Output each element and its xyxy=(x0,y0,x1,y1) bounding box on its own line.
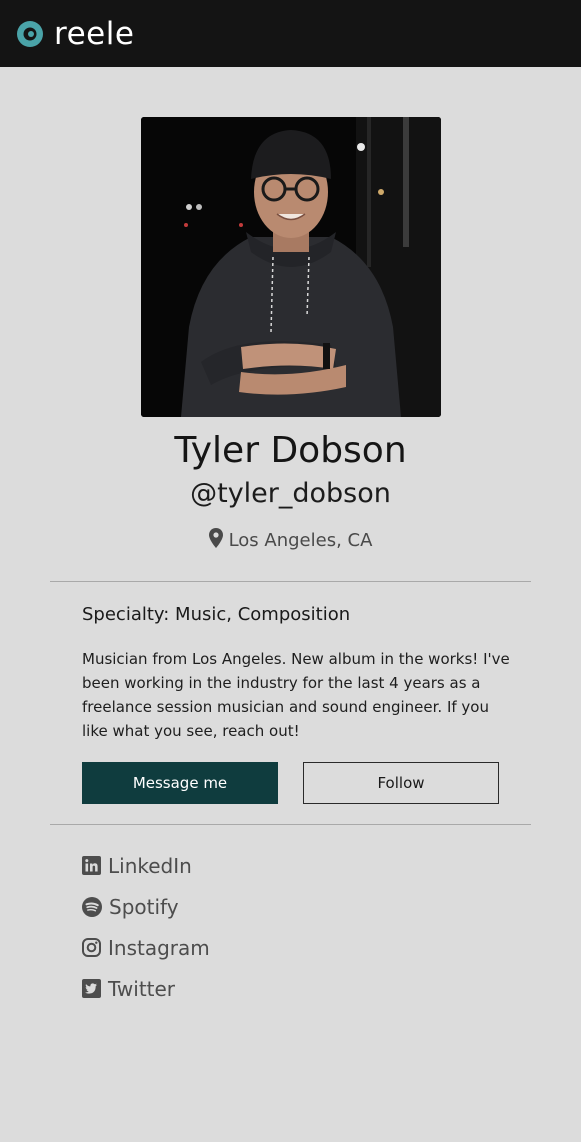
social-link-spotify[interactable]: Spotify xyxy=(82,886,210,927)
profile-handle: @tyler_dobson xyxy=(190,478,391,509)
profile-specialty: Specialty: Music, Composition xyxy=(82,604,351,625)
social-link-label: Instagram xyxy=(108,935,210,960)
section-divider xyxy=(50,824,531,825)
social-link-label: LinkedIn xyxy=(108,853,192,878)
brand-name[interactable]: reele xyxy=(54,14,134,54)
message-me-button[interactable]: Message me xyxy=(82,762,278,804)
instagram-icon xyxy=(82,938,101,957)
social-link-twitter[interactable]: Twitter xyxy=(82,968,210,1009)
social-links-list: LinkedIn Spotify Instagram Twitter xyxy=(82,845,210,1009)
profile-bio: Musician from Los Angeles. New album in … xyxy=(82,650,510,740)
section-divider xyxy=(50,581,531,582)
social-link-label: Spotify xyxy=(109,894,179,919)
spotify-icon xyxy=(82,896,102,917)
social-link-instagram[interactable]: Instagram xyxy=(82,927,210,968)
profile-photo xyxy=(141,117,441,417)
social-link-linkedin[interactable]: LinkedIn xyxy=(82,845,210,886)
profile-location: Los Angeles, CA xyxy=(0,528,581,554)
reele-logo-icon[interactable] xyxy=(16,20,44,48)
top-navigation-bar: reele xyxy=(0,0,581,67)
twitter-icon xyxy=(82,979,101,998)
follow-button[interactable]: Follow xyxy=(303,762,499,804)
social-link-label: Twitter xyxy=(108,976,176,1001)
location-text: Los Angeles, CA xyxy=(228,530,373,551)
profile-photo-image xyxy=(141,117,441,417)
linkedin-icon xyxy=(82,856,101,875)
profile-name: Tyler Dobson xyxy=(174,430,407,471)
map-pin-icon xyxy=(208,528,223,548)
